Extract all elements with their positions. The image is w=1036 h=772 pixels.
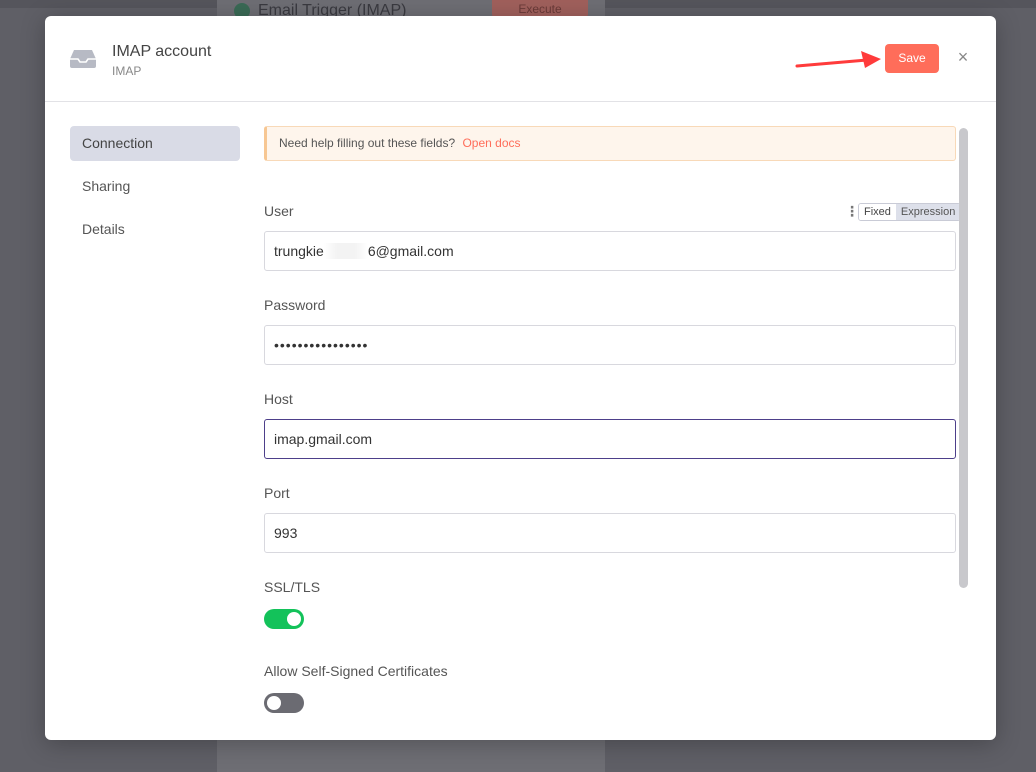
self-signed-toggle[interactable]: [264, 693, 304, 713]
self-signed-label: Allow Self-Signed Certificates: [264, 663, 448, 679]
fixed-expression-toggle: Fixed Expression: [858, 203, 962, 221]
mode-expression[interactable]: Expression: [895, 204, 961, 220]
help-notice-text: Need help filling out these fields?: [279, 136, 456, 150]
sidebar-item-connection[interactable]: Connection: [70, 126, 240, 161]
field-options-icon[interactable]: ⋮: [845, 204, 859, 218]
connection-form: Need help filling out these fields? Open…: [264, 126, 962, 726]
save-button[interactable]: Save: [885, 44, 939, 73]
red-arrow-annotation: [795, 51, 881, 68]
port-label: Port: [264, 485, 290, 501]
modal-header: IMAP account IMAP Save ×: [45, 16, 996, 102]
user-field[interactable]: trungkie 6@gmail.com: [264, 231, 956, 271]
host-field[interactable]: imap.gmail.com: [264, 419, 956, 459]
password-label: Password: [264, 297, 326, 313]
help-notice: Need help filling out these fields? Open…: [264, 126, 956, 161]
ssl-label: SSL/TLS: [264, 579, 321, 595]
scrollbar-thumb[interactable]: [959, 128, 968, 588]
redaction-blur: [323, 243, 368, 260]
sidebar-item-sharing[interactable]: Sharing: [70, 169, 240, 204]
sidebar-item-details[interactable]: Details: [70, 212, 240, 247]
open-docs-link[interactable]: Open docs: [462, 136, 520, 150]
mode-fixed[interactable]: Fixed: [859, 204, 896, 220]
port-field[interactable]: 993: [264, 513, 956, 553]
password-field[interactable]: ••••••••••••••••: [264, 325, 956, 365]
modal-sidebar: Connection Sharing Details: [70, 126, 240, 255]
host-label: Host: [264, 391, 293, 407]
user-value-end: 6@gmail.com: [367, 243, 454, 259]
user-label: User: [264, 203, 294, 219]
ssl-toggle[interactable]: [264, 609, 304, 629]
modal-subtitle: IMAP: [112, 64, 142, 78]
form-scrollbar[interactable]: [958, 126, 970, 714]
modal-title: IMAP account: [112, 43, 212, 60]
credential-modal: IMAP account IMAP Save × Connection Shar…: [45, 16, 996, 740]
user-value-start: trungkie: [274, 243, 324, 259]
toggle-knob: [287, 612, 301, 626]
close-icon[interactable]: ×: [953, 47, 973, 67]
toggle-knob: [267, 696, 281, 710]
inbox-icon: [70, 50, 96, 68]
